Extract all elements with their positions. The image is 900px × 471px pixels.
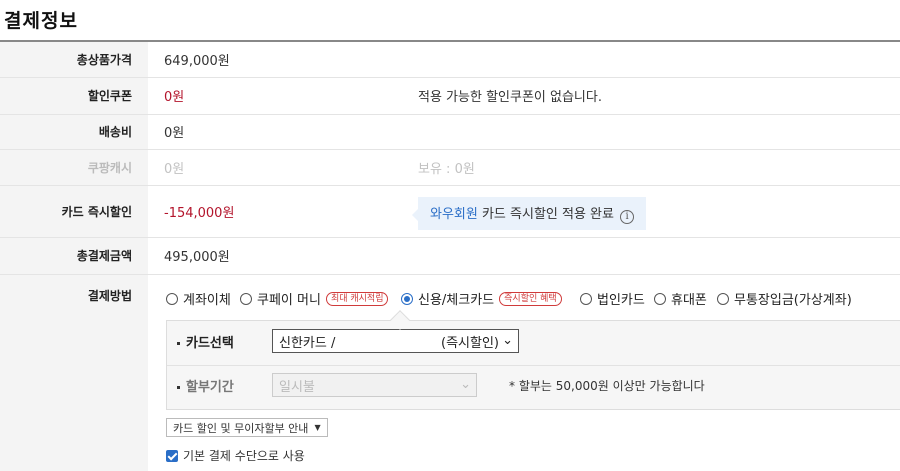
chevron-down-icon: ⌄ <box>502 333 513 348</box>
panel-divider <box>167 365 900 366</box>
installment-label-text: 할부기간 <box>186 380 234 395</box>
shipping-value: 0원 <box>148 114 900 150</box>
card-select-suffix: (즉시할인) <box>441 335 499 351</box>
wow-member-text: 와우회원 <box>430 206 478 222</box>
cash-cell: 0원 보유 : 0원 <box>148 149 900 186</box>
row-coupon: 할인쿠폰 0원 적용 가능한 할인쿠폰이 없습니다. <box>0 77 900 115</box>
cash-value: 0원 <box>164 161 185 177</box>
method-label: 계좌이체 <box>183 293 231 308</box>
default-payment-checkbox[interactable]: 기본 결제 수단으로 사용 <box>166 447 305 464</box>
row-cash: 쿠팡캐시 0원 보유 : 0원 <box>0 149 900 186</box>
card-select-label: 카드선택 <box>177 332 234 351</box>
method-coupay-money[interactable]: 쿠페이 머니 최대 캐시적립 <box>240 289 389 308</box>
radio-icon[interactable] <box>717 292 729 305</box>
card-options-panel: 카드선택 신한카드 / (즉시할인) ⌄ 할부기간 일시불 ⌄ * 할부는 50… <box>166 320 900 410</box>
method-mobile-phone[interactable]: 휴대폰 <box>654 289 707 308</box>
payment-method-label: 결제방법 <box>0 274 148 471</box>
instant-discount-label: 카드 즉시할인 <box>0 185 148 238</box>
installment-select-dropdown[interactable]: 일시불 ⌄ <box>272 373 477 397</box>
installment-value: 일시불 <box>279 379 315 395</box>
product-total-value: 649,000원 <box>148 42 900 78</box>
page-title: 결제정보 <box>4 10 78 32</box>
checkbox-checked-icon[interactable] <box>166 449 178 462</box>
radio-icon[interactable] <box>580 292 592 305</box>
method-label: 무통장입금(가상계좌) <box>734 293 852 308</box>
bullet-icon <box>177 342 180 345</box>
cash-note: 보유 : 0원 <box>418 161 475 177</box>
method-label: 신용/체크카드 <box>418 293 495 308</box>
row-instant-discount: 카드 즉시할인 -154,000원 와우회원 카드 즉시할인 적용 완료 i <box>0 185 900 238</box>
row-shipping: 배송비 0원 <box>0 114 900 150</box>
method-label: 휴대폰 <box>671 293 707 308</box>
row-total: 총결제금액 495,000원 <box>0 237 900 275</box>
coupon-value: 0원 <box>164 90 185 105</box>
instant-discount-note: 카드 즉시할인 적용 완료 <box>477 206 614 222</box>
chevron-down-icon: ⌄ <box>460 377 471 392</box>
default-payment-label: 기본 결제 수단으로 사용 <box>183 449 305 463</box>
shipping-label: 배송비 <box>0 114 148 150</box>
card-select-label-text: 카드선택 <box>186 336 234 351</box>
method-corporate-card[interactable]: 법인카드 <box>580 289 645 308</box>
radio-icon[interactable] <box>166 292 178 305</box>
triangle-down-icon: ▼ <box>314 423 321 432</box>
radio-selected-icon[interactable] <box>401 292 413 305</box>
method-label: 쿠페이 머니 <box>257 293 321 308</box>
installment-label: 할부기간 <box>177 376 234 395</box>
cash-label: 쿠팡캐시 <box>0 149 148 186</box>
card-select-value: 신한카드 / <box>279 335 336 351</box>
instant-discount-value: -154,000원 <box>164 205 235 221</box>
method-label: 법인카드 <box>597 293 645 308</box>
card-discount-guide-button[interactable]: 카드 할인 및 무이자할부 안내 ▼ <box>166 418 328 437</box>
instant-discount-cell: -154,000원 와우회원 카드 즉시할인 적용 완료 i <box>148 185 900 238</box>
instant-discount-badge: 즉시할인 혜택 <box>499 291 562 306</box>
radio-icon[interactable] <box>240 292 252 305</box>
coupon-cell: 0원 적용 가능한 할인쿠폰이 없습니다. <box>148 77 900 115</box>
row-product-total: 총상품가격 649,000원 <box>0 42 900 78</box>
total-label: 총결제금액 <box>0 237 148 275</box>
bullet-icon <box>177 386 180 389</box>
info-icon[interactable]: i <box>620 209 635 224</box>
cash-reward-badge: 최대 캐시적립 <box>325 291 389 306</box>
installment-hint: * 할부는 50,000원 이상만 가능합니다 <box>509 379 705 393</box>
method-virtual-account[interactable]: 무통장입금(가상계좌) <box>717 289 852 308</box>
coupon-note: 적용 가능한 할인쿠폰이 없습니다. <box>418 90 602 105</box>
method-credit-card[interactable]: 신용/체크카드 즉시할인 혜택 <box>401 289 562 308</box>
guide-button-label: 카드 할인 및 무이자할부 안내 <box>173 421 309 435</box>
product-total-label: 총상품가격 <box>0 42 148 78</box>
total-value: 495,000원 <box>148 237 900 275</box>
card-select-dropdown[interactable]: 신한카드 / (즉시할인) ⌄ <box>272 329 519 353</box>
instant-discount-tooltip: 와우회원 카드 즉시할인 적용 완료 i <box>411 196 647 230</box>
coupon-label: 할인쿠폰 <box>0 77 148 115</box>
method-bank-transfer[interactable]: 계좌이체 <box>166 289 231 308</box>
radio-icon[interactable] <box>654 292 666 305</box>
